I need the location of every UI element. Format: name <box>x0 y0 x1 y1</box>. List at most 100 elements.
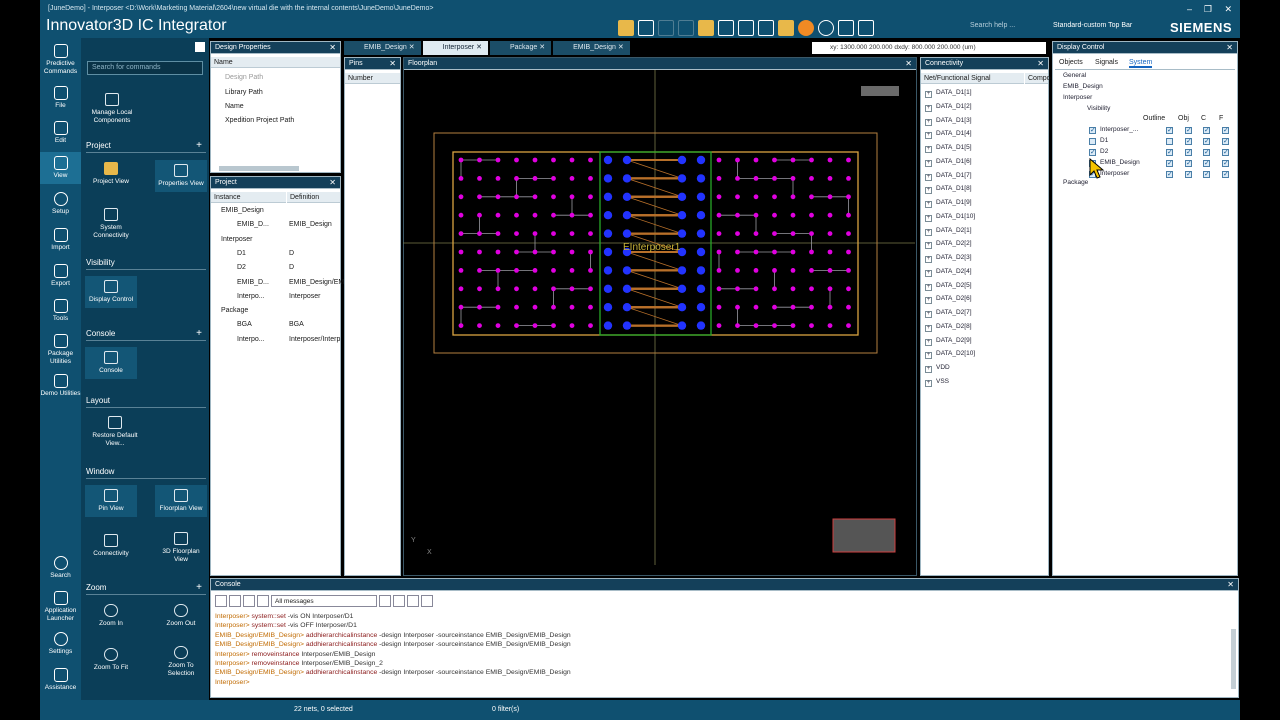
expand-icon[interactable]: + <box>925 201 932 208</box>
horizontal-scrollbar[interactable] <box>219 166 299 171</box>
add-icon[interactable]: + <box>196 140 202 151</box>
visibility-checkbox[interactable] <box>1185 159 1192 167</box>
expand-icon[interactable]: + <box>925 352 932 360</box>
close-icon[interactable]: ✕ <box>329 43 336 52</box>
net-row[interactable]: + DATA_D2[10] <box>925 350 975 360</box>
restore-default-view-button[interactable]: Restore Default View... <box>85 416 145 448</box>
net-row[interactable]: + DATA_D2[7] <box>925 309 972 318</box>
close-icon[interactable]: ✕ <box>389 59 396 68</box>
project-row-instance[interactable]: D2 <box>237 264 246 271</box>
expand-icon[interactable]: + <box>925 173 932 181</box>
nav-setup[interactable]: Setup <box>40 192 81 216</box>
display-tree-item[interactable]: EMIB_Design <box>1063 83 1103 90</box>
nav-export[interactable]: Export <box>40 264 81 288</box>
visibility-checkbox[interactable] <box>1203 170 1210 178</box>
display-tree-item[interactable]: General <box>1063 72 1086 79</box>
net-row[interactable]: + DATA_D2[2] <box>925 240 972 250</box>
pan-icon[interactable] <box>818 20 834 36</box>
tab-package[interactable]: Package ✕ <box>489 41 552 55</box>
nav-predictive-commands[interactable]: Predictive Commands <box>40 44 81 76</box>
net-row[interactable]: + VDD <box>925 364 950 373</box>
net-row[interactable]: + DATA_D1[10] <box>925 213 975 222</box>
nav-file[interactable]: File <box>40 86 81 110</box>
project-view-button[interactable]: Project View <box>85 162 137 186</box>
net-row[interactable]: + DATA_D1[8] <box>925 185 972 195</box>
redo-icon[interactable] <box>678 20 694 36</box>
visibility-checkbox[interactable] <box>1222 148 1229 156</box>
expand-icon[interactable]: + <box>925 379 932 387</box>
visibility-checkbox[interactable] <box>1166 170 1173 178</box>
floorplan-3d-button[interactable]: 3D Floorplan View <box>155 532 207 564</box>
close-button[interactable]: ✕ <box>1224 4 1232 15</box>
visibility-checkbox[interactable] <box>1222 159 1229 167</box>
project-row-instance[interactable]: Interpo... <box>237 336 265 343</box>
grid-icon[interactable] <box>738 20 754 36</box>
pin-icon[interactable] <box>195 42 205 52</box>
close-icon[interactable]: ✕ <box>1227 580 1234 589</box>
visibility-checkbox[interactable] <box>1203 126 1210 134</box>
close-icon[interactable]: ✕ <box>1226 43 1233 52</box>
tab-emib-design-2[interactable]: EMIB_Design ✕ <box>553 41 630 55</box>
expand-icon[interactable]: + <box>925 104 932 112</box>
expand-icon[interactable]: + <box>925 256 932 263</box>
visibility-checkbox[interactable] <box>1222 126 1229 134</box>
close-icon[interactable]: ✕ <box>476 44 482 51</box>
visibility-checkbox[interactable] <box>1185 126 1192 134</box>
nav-view[interactable]: View <box>40 152 81 184</box>
tab-signals[interactable]: Signals <box>1095 59 1118 66</box>
visibility-checkbox[interactable] <box>1203 148 1210 156</box>
net-row[interactable]: + VSS <box>925 378 949 387</box>
nav-tools[interactable]: Tools <box>40 299 81 323</box>
visibility-checkbox[interactable] <box>1185 170 1192 178</box>
nav-import[interactable]: Import <box>40 228 81 252</box>
visibility-checkbox[interactable] <box>1166 126 1173 134</box>
display-control-button[interactable]: Display Control <box>85 276 137 308</box>
display-tree-item[interactable]: Interposer <box>1063 94 1092 101</box>
maximize-button[interactable]: ❐ <box>1204 4 1212 15</box>
nav-assistance[interactable]: Assistance <box>40 668 81 692</box>
nav-settings[interactable]: Settings <box>40 632 81 656</box>
nav-edit[interactable]: Edit <box>40 121 81 145</box>
expand-icon[interactable]: + <box>925 324 932 332</box>
tab-interposer[interactable]: Interposer ✕ <box>422 41 488 55</box>
minimize-button[interactable]: – <box>1187 4 1192 14</box>
close-icon[interactable]: ✕ <box>329 178 336 187</box>
expand-icon[interactable]: + <box>925 187 932 195</box>
display-tree-item[interactable]: D2 <box>1100 148 1108 155</box>
properties-view-button[interactable]: Properties View <box>155 160 207 192</box>
chip-icon[interactable] <box>758 20 774 36</box>
minimap[interactable] <box>832 518 896 553</box>
net-row[interactable]: + DATA_D2[6] <box>925 295 972 305</box>
wrap-icon[interactable] <box>393 595 405 607</box>
project-row-instance[interactable]: EMIB_Design <box>221 207 264 214</box>
nav-search[interactable]: Search <box>40 556 81 580</box>
net-row[interactable]: + DATA_D2[1] <box>925 227 972 236</box>
net-row[interactable]: + DATA_D1[7] <box>925 172 972 181</box>
close-icon[interactable]: ✕ <box>905 59 912 68</box>
project-row-instance[interactable]: BGA <box>237 321 252 328</box>
expand-icon[interactable]: + <box>925 132 932 140</box>
zoom-out-button[interactable]: Zoom Out <box>155 604 207 628</box>
zoom-to-fit-button[interactable]: Zoom To Fit <box>85 648 137 672</box>
net-row[interactable]: + DATA_D1[9] <box>925 199 972 208</box>
net-row[interactable]: + DATA_D1[1] <box>925 89 972 98</box>
expand-icon[interactable]: + <box>925 297 932 305</box>
paste-icon[interactable] <box>229 595 241 607</box>
net-row[interactable]: + DATA_D2[4] <box>925 268 972 277</box>
expand-icon[interactable]: + <box>925 228 932 236</box>
align-icon[interactable] <box>379 595 391 607</box>
filter-icon[interactable] <box>257 595 269 607</box>
expand-icon[interactable]: + <box>925 214 932 222</box>
message-filter-select[interactable]: All messages <box>271 595 377 607</box>
display-tree-item[interactable]: Visibility <box>1087 105 1110 112</box>
vertical-scrollbar[interactable] <box>1231 629 1236 689</box>
visibility-checkbox[interactable] <box>1222 137 1229 145</box>
floorplan-canvas[interactable]: EInterposer1 Y X <box>403 70 915 570</box>
display-tree-item[interactable]: Interposer_... <box>1100 126 1138 133</box>
system-connectivity-button[interactable]: System Connectivity <box>85 208 137 240</box>
project-row-instance[interactable]: Interpo... <box>237 293 265 300</box>
expand-icon[interactable]: + <box>925 338 932 346</box>
net-row[interactable]: + DATA_D1[6] <box>925 158 972 167</box>
visibility-checkbox[interactable] <box>1203 159 1210 167</box>
row-checkbox[interactable] <box>1089 138 1096 145</box>
